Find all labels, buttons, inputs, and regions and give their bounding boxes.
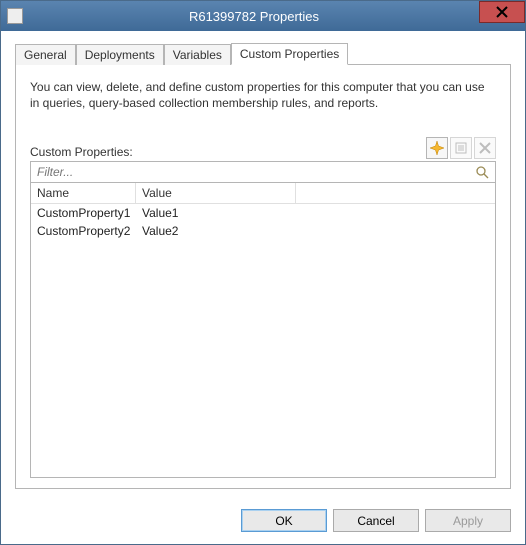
delete-button[interactable] [474, 137, 496, 159]
column-header-value[interactable]: Value [136, 183, 296, 203]
ok-button[interactable]: OK [241, 509, 327, 532]
toolbar [426, 137, 496, 159]
table-row[interactable]: CustomProperty2 Value2 [31, 222, 495, 240]
dialog-buttons: OK Cancel Apply [1, 499, 525, 544]
tab-panel-custom-properties: You can view, delete, and define custom … [15, 65, 511, 489]
custom-properties-list[interactable]: Name Value CustomProperty1 Value1 Custom… [30, 183, 496, 478]
search-icon[interactable] [475, 165, 495, 179]
cell-value: Value2 [136, 222, 296, 240]
system-icon [7, 8, 23, 24]
tab-general[interactable]: General [15, 44, 76, 65]
delete-icon [478, 141, 492, 155]
cell-name: CustomProperty2 [31, 222, 136, 240]
tab-custom-properties[interactable]: Custom Properties [231, 43, 348, 65]
new-button[interactable] [426, 137, 448, 159]
cancel-button[interactable]: Cancel [333, 509, 419, 532]
apply-button[interactable]: Apply [425, 509, 511, 532]
tab-variables[interactable]: Variables [164, 44, 231, 65]
properties-icon [454, 141, 468, 155]
cell-name: CustomProperty1 [31, 204, 136, 222]
filter-box [30, 161, 496, 183]
section-header-row: Custom Properties: [30, 137, 496, 159]
tab-strip: General Deployments Variables Custom Pro… [15, 43, 511, 65]
section-label: Custom Properties: [30, 145, 133, 159]
close-button[interactable] [479, 1, 525, 23]
titlebar: R61399782 Properties [1, 1, 525, 31]
edit-button[interactable] [450, 137, 472, 159]
filter-input[interactable] [31, 163, 475, 181]
column-header-name[interactable]: Name [31, 183, 136, 203]
client-area: General Deployments Variables Custom Pro… [1, 31, 525, 499]
close-icon [496, 6, 508, 18]
window-title: R61399782 Properties [23, 9, 525, 24]
panel-description: You can view, delete, and define custom … [30, 79, 496, 111]
table-row[interactable]: CustomProperty1 Value1 [31, 204, 495, 222]
list-header: Name Value [31, 183, 495, 204]
properties-dialog: R61399782 Properties General Deployments… [0, 0, 526, 545]
starburst-icon [430, 141, 444, 155]
tab-deployments[interactable]: Deployments [76, 44, 164, 65]
column-header-spacer [296, 183, 495, 203]
cell-value: Value1 [136, 204, 296, 222]
